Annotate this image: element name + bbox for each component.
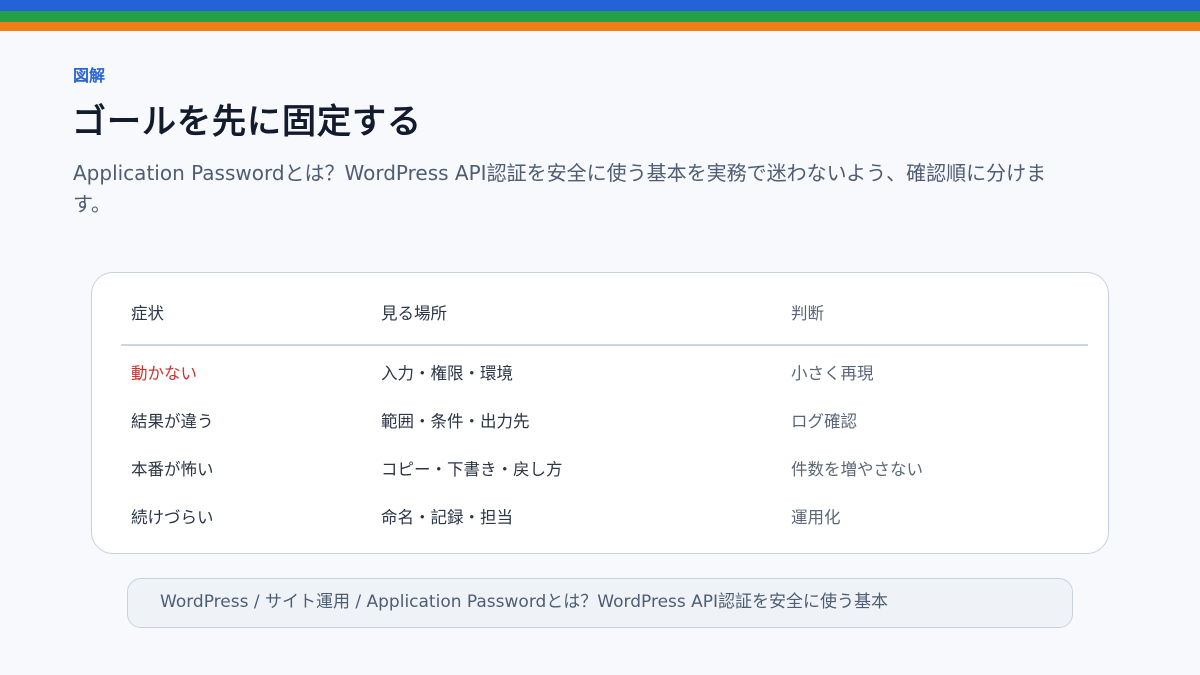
lead-text: Application Passwordとは？WordPress API認証を安… xyxy=(73,161,1047,216)
summary-table-card: 症状 見る場所 判断 動かない 入力・権限・環境 小さく再現 結果が違う 範囲・… xyxy=(91,272,1109,554)
judgment-cell: 件数を増やさない xyxy=(791,460,923,479)
column-header-symptom: 症状 xyxy=(131,304,164,323)
stripe-green xyxy=(0,11,1200,22)
stripe-blue xyxy=(0,0,1200,11)
where-to-look-cell: 命名・記録・担当 xyxy=(381,508,513,527)
header-divider xyxy=(121,344,1088,346)
stripe-orange xyxy=(0,22,1200,31)
breadcrumb: WordPress / サイト運用 / Application Password… xyxy=(127,578,1073,628)
judgment-cell: ログ確認 xyxy=(791,412,857,431)
where-to-look-cell: 範囲・条件・出力先 xyxy=(381,412,530,431)
where-to-look-cell: コピー・下書き・戻し方 xyxy=(381,460,563,479)
eyebrow-label: 図解 xyxy=(73,66,106,85)
judgment-cell: 小さく再現 xyxy=(791,364,874,383)
symptom-cell: 結果が違う xyxy=(131,412,214,431)
symptom-cell: 動かない xyxy=(131,364,197,383)
where-to-look-cell: 入力・権限・環境 xyxy=(381,364,513,383)
table-row: 本番が怖い コピー・下書き・戻し方 件数を増やさない xyxy=(92,455,1108,485)
table-header-row: 症状 見る場所 判断 xyxy=(92,299,1108,329)
page-title: ゴールを先に固定する xyxy=(72,102,422,142)
column-header-where-to-look: 見る場所 xyxy=(381,304,447,323)
table-row: 動かない 入力・権限・環境 小さく再現 xyxy=(92,359,1108,389)
table-row: 結果が違う 範囲・条件・出力先 ログ確認 xyxy=(92,407,1108,437)
table-row: 続けづらい 命名・記録・担当 運用化 xyxy=(92,503,1108,533)
judgment-cell: 運用化 xyxy=(791,508,841,527)
symptom-cell: 本番が怖い xyxy=(131,460,214,479)
breadcrumb-text: WordPress / サイト運用 / Application Password… xyxy=(160,592,889,612)
column-header-judgment: 判断 xyxy=(791,304,824,323)
symptom-cell: 続けづらい xyxy=(131,508,214,527)
